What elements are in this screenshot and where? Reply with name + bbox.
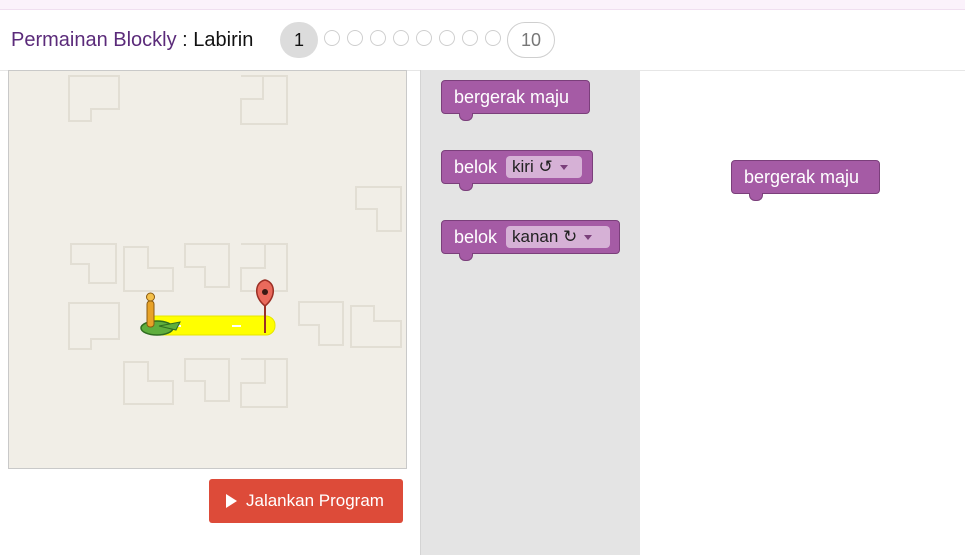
- workspace[interactable]: [640, 71, 965, 555]
- turn-right-dropdown[interactable]: kanan ↻: [506, 226, 610, 248]
- maze-tile: [68, 302, 120, 350]
- toolbox-block-turn-left[interactable]: belok kiri ↺: [441, 150, 593, 191]
- toolbox: [420, 70, 640, 555]
- turn-left-dropdown[interactable]: kiri ↺: [506, 156, 582, 178]
- maze-board: [8, 70, 407, 469]
- maze-tile: [68, 75, 120, 122]
- chevron-down-icon: [559, 165, 568, 171]
- run-program-label: Jalankan Program: [246, 491, 384, 510]
- dropdown-value: kiri ↺: [512, 157, 553, 176]
- level-1-current[interactable]: 1: [280, 22, 318, 58]
- top-strip: [0, 0, 965, 10]
- maze-tile: [298, 301, 344, 346]
- maze-tile: [350, 305, 402, 348]
- maze-tile: [70, 243, 117, 284]
- pegman-icon: [140, 292, 181, 336]
- run-program-button[interactable]: Jalankan Program: [209, 479, 403, 523]
- play-icon: [226, 494, 237, 508]
- block-label: belok: [454, 227, 498, 247]
- block-label: belok: [454, 157, 498, 177]
- block-label: bergerak maju: [744, 167, 860, 187]
- toolbox-block-turn-right[interactable]: belok kanan ↻: [441, 220, 620, 261]
- level-dot-4[interactable]: [370, 30, 386, 46]
- chevron-down-icon: [584, 235, 593, 241]
- block-label: bergerak maju: [454, 87, 570, 107]
- level-dot-7[interactable]: [439, 30, 455, 46]
- level-dot-6[interactable]: [416, 30, 432, 46]
- page-name: Labirin: [193, 29, 254, 51]
- page-title: Permainan Blockly : Labirin: [11, 29, 253, 51]
- level-dot-9[interactable]: [485, 30, 501, 46]
- maze-tile: [240, 358, 288, 408]
- maze-tile: [240, 75, 288, 125]
- maze-tile: [123, 246, 174, 292]
- maze-tile: [123, 361, 174, 405]
- level-dot-5[interactable]: [393, 30, 409, 46]
- level-dot-3[interactable]: [347, 30, 363, 46]
- dropdown-value: kanan ↻: [512, 227, 578, 246]
- title-separator: :: [176, 29, 194, 51]
- app-title[interactable]: Permainan Blockly: [11, 29, 177, 51]
- level-dot-8[interactable]: [462, 30, 478, 46]
- maze-svg: [68, 75, 402, 408]
- maze-tile: [184, 243, 230, 288]
- maze-tile: [184, 358, 230, 402]
- level-dot-2[interactable]: [324, 30, 340, 46]
- workspace-block-move-forward[interactable]: bergerak maju: [731, 160, 880, 201]
- maze-tile: [355, 186, 402, 232]
- level-10[interactable]: 10: [507, 22, 555, 58]
- toolbox-block-move-forward[interactable]: bergerak maju: [441, 80, 590, 121]
